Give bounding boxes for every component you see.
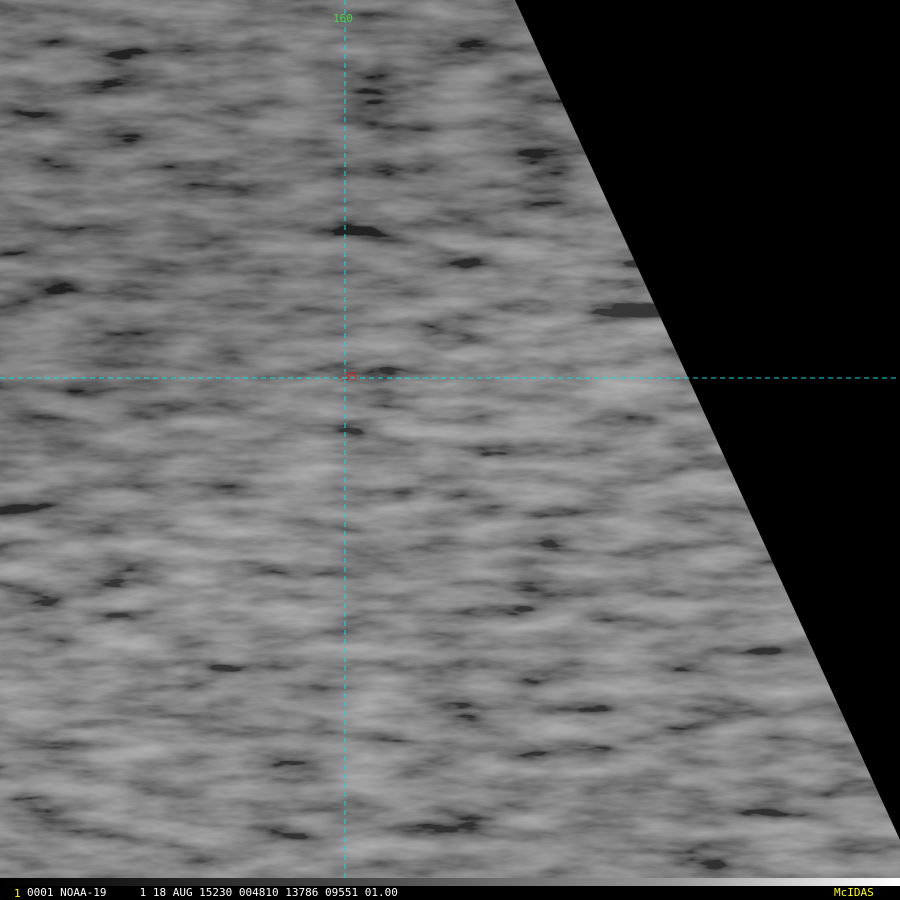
frame-number: 1 <box>14 887 21 900</box>
satellite-imagery <box>0 0 900 878</box>
image-info-text: 0001 NOAA-19 1 18 AUG 15230 004810 13786… <box>27 886 398 899</box>
satellite-image-viewer: 160 -35 1 0001 NOAA-19 1 18 AUG 15230 00… <box>0 0 900 900</box>
mcidas-brand: McIDAS <box>834 886 874 899</box>
latitude-label: -35 <box>337 370 357 383</box>
grayscale-bar <box>0 878 900 886</box>
longitude-label: 160 <box>333 12 353 25</box>
image-swath <box>0 0 900 878</box>
